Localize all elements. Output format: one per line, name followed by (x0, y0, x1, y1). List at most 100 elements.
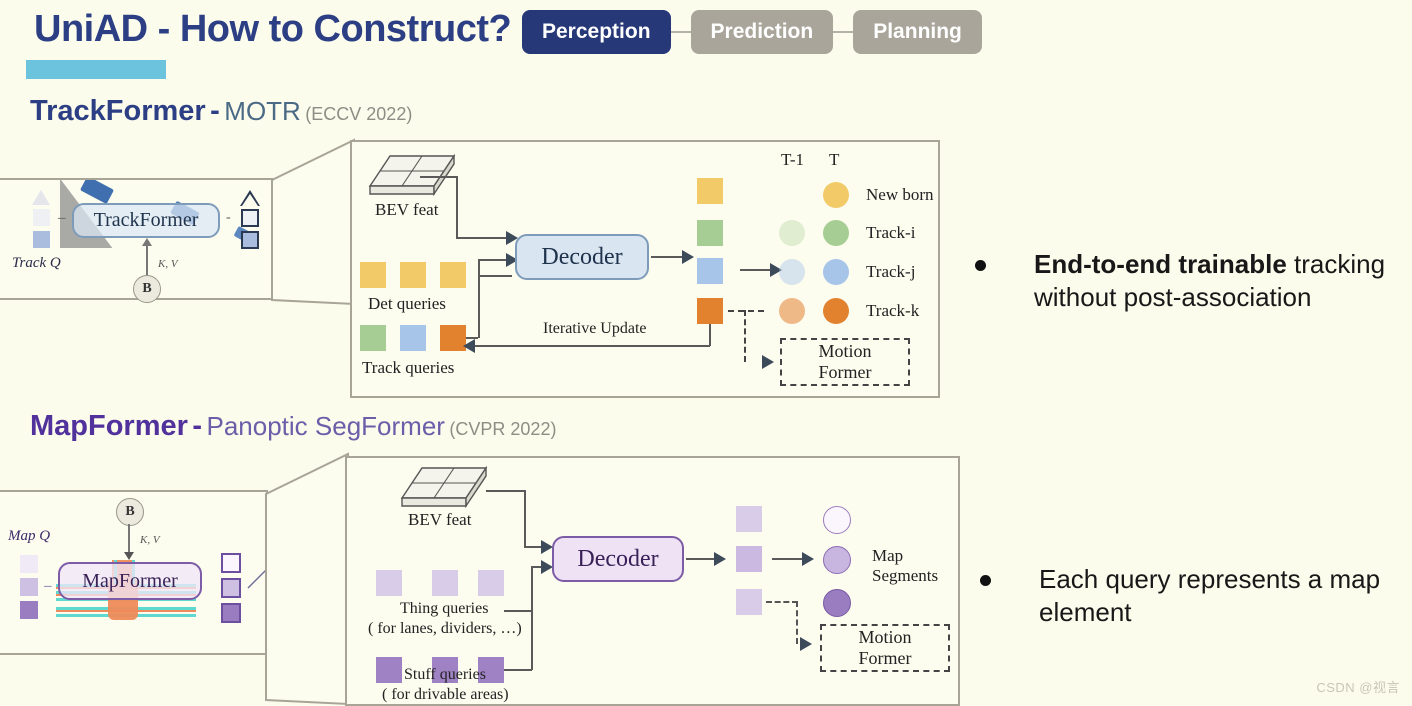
bev-feat-label-map: BEV feat (408, 510, 472, 529)
backbone-arrow-line-track (146, 242, 148, 276)
map-decoder-output-square (736, 589, 762, 615)
map-segments-label-line1: Map (872, 546, 904, 565)
stuff-queries-label: Stuff queries (404, 666, 486, 683)
bev-to-decoder-line-h-map (486, 490, 526, 492)
mapformer-module-box: MapFormer (58, 562, 202, 600)
bullet-text-trackformer: End-to-end trainable tracking without po… (1034, 248, 1405, 315)
track-queries-feed-line-v (478, 275, 480, 338)
motion-former-line1-track: Motion (818, 341, 872, 362)
queries-to-decoder-line-v (478, 260, 480, 276)
thumb-dash-left-map: – (44, 578, 52, 594)
bullet-bold-trackformer: End-to-end trainable (1034, 249, 1287, 279)
thing-queries-sublabel: ( for lanes, dividers, …) (368, 620, 522, 637)
section-heading-mapformer: MapFormer - Panoptic SegFormer (CVPR 202… (30, 410, 556, 443)
time-label-now: T (829, 150, 840, 169)
bev-to-decoder-line-v-map (524, 490, 526, 547)
backbone-arrow-line-map (128, 524, 130, 553)
bev-feat-label-track: BEV feat (375, 200, 439, 219)
bev-to-decoder-line-h1 (420, 176, 458, 178)
iterative-update-line-v (709, 324, 711, 346)
nav-separator-1 (670, 31, 691, 33)
section-heading-trackformer: TrackFormer - MOTR (ECCV 2022) (30, 95, 412, 128)
slide-root: UniAD - How to Construct? Perception Pre… (0, 0, 1412, 706)
thing-query-square (478, 570, 504, 596)
output-triangle-inner (242, 194, 258, 206)
section-name-trackformer: TrackFormer (30, 95, 206, 127)
motionformer-dash-arrow-map (800, 637, 812, 651)
output-to-segments-line (772, 558, 804, 560)
det-query-square (440, 262, 466, 288)
motion-former-box-map: Motion Former (820, 624, 950, 672)
decoder-output-line (651, 256, 684, 258)
nav-item-prediction[interactable]: Prediction (690, 10, 834, 54)
bev-feature-icon (400, 465, 488, 509)
motion-former-line1-map: Motion (858, 627, 912, 648)
det-query-square (360, 262, 386, 288)
map-segments-label-line2: Segments (872, 566, 939, 585)
page-title: UniAD - How to Construct? (34, 8, 512, 50)
queries-feed-line-v-map (531, 566, 533, 670)
map-output-square-1 (221, 553, 241, 573)
decoder-label-track: Decoder (541, 243, 623, 270)
stuff-query-square (376, 657, 402, 683)
track-query-square (360, 325, 386, 351)
track-circle-prev (779, 298, 805, 324)
decoder-output-square (697, 220, 723, 246)
track-query-square (400, 325, 426, 351)
decoder-output-arrow-map (714, 552, 726, 566)
track-row-label: New born (866, 185, 934, 204)
track-query-triangle-faint (32, 190, 50, 205)
output-square-outline-2 (241, 231, 259, 249)
track-circle-prev (779, 220, 805, 246)
track-query-square-light (33, 209, 50, 226)
stuff-feed-line-h (504, 669, 532, 671)
iterative-update-arrow (463, 339, 475, 353)
section-subtitle-mapformer: Panoptic SegFormer (206, 411, 445, 441)
decoder-output-arrow (682, 250, 694, 264)
track-row-label: Track-k (866, 301, 920, 320)
backbone-node-map: B (116, 498, 144, 526)
bev-to-decoder-line-h2 (456, 237, 508, 239)
track-circle-now (823, 220, 849, 246)
map-query-square-faint (20, 555, 38, 573)
map-output-square-2 (221, 578, 241, 598)
thing-query-square (432, 570, 458, 596)
decoder-output-square (697, 258, 723, 284)
nav-item-perception[interactable]: Perception (522, 10, 671, 54)
section-name-mapformer: MapFormer (30, 410, 188, 442)
iterative-update-label: Iterative Update (543, 320, 647, 337)
stuff-queries-sublabel: ( for drivable areas) (382, 686, 509, 703)
thing-feed-line-h (504, 610, 532, 612)
queries-to-decoder-line-h2 (478, 259, 508, 261)
map-decoder-output-square (736, 506, 762, 532)
track-circle-prev (779, 259, 805, 285)
motionformer-dash-arrow (762, 355, 774, 369)
nav-item-planning[interactable]: Planning (853, 10, 982, 54)
bullet-mapformer: Each query represents a map element (980, 563, 1400, 630)
motionformer-dash-h (728, 310, 764, 312)
time-label-prev: T-1 (781, 150, 804, 169)
backbone-label-track: B (142, 281, 152, 296)
trackformer-funnel-connector (271, 138, 355, 306)
bev-to-decoder-line-v (456, 176, 458, 238)
trackformer-module-label: TrackFormer (93, 209, 199, 231)
motion-former-line2-map: Former (858, 648, 912, 668)
map-segment-circle-3 (823, 589, 851, 617)
motion-former-box-track: Motion Former (780, 338, 910, 386)
track-queries-label: Track queries (362, 358, 455, 377)
backbone-arrow-head-map (124, 552, 134, 560)
decoder-box-track: Decoder (515, 234, 649, 280)
pipeline-nav: Perception Prediction Planning (522, 10, 982, 54)
track-circle-now (823, 259, 849, 285)
section-venue-trackformer: (ECCV 2022) (305, 104, 413, 124)
decoder-label-map: Decoder (577, 545, 659, 572)
thumb-dash-left-track: – (58, 210, 66, 226)
output-square-outline-1 (241, 209, 259, 227)
track-circle-now (823, 298, 849, 324)
decoder-output-square (697, 178, 723, 204)
motionformer-dash-v-map (796, 601, 798, 644)
section-dash-trackformer: - (210, 95, 220, 127)
track-query-square-blue (33, 231, 50, 248)
motion-former-line2-track: Former (818, 362, 872, 382)
attention-kv-label-map: K, V (140, 534, 160, 546)
